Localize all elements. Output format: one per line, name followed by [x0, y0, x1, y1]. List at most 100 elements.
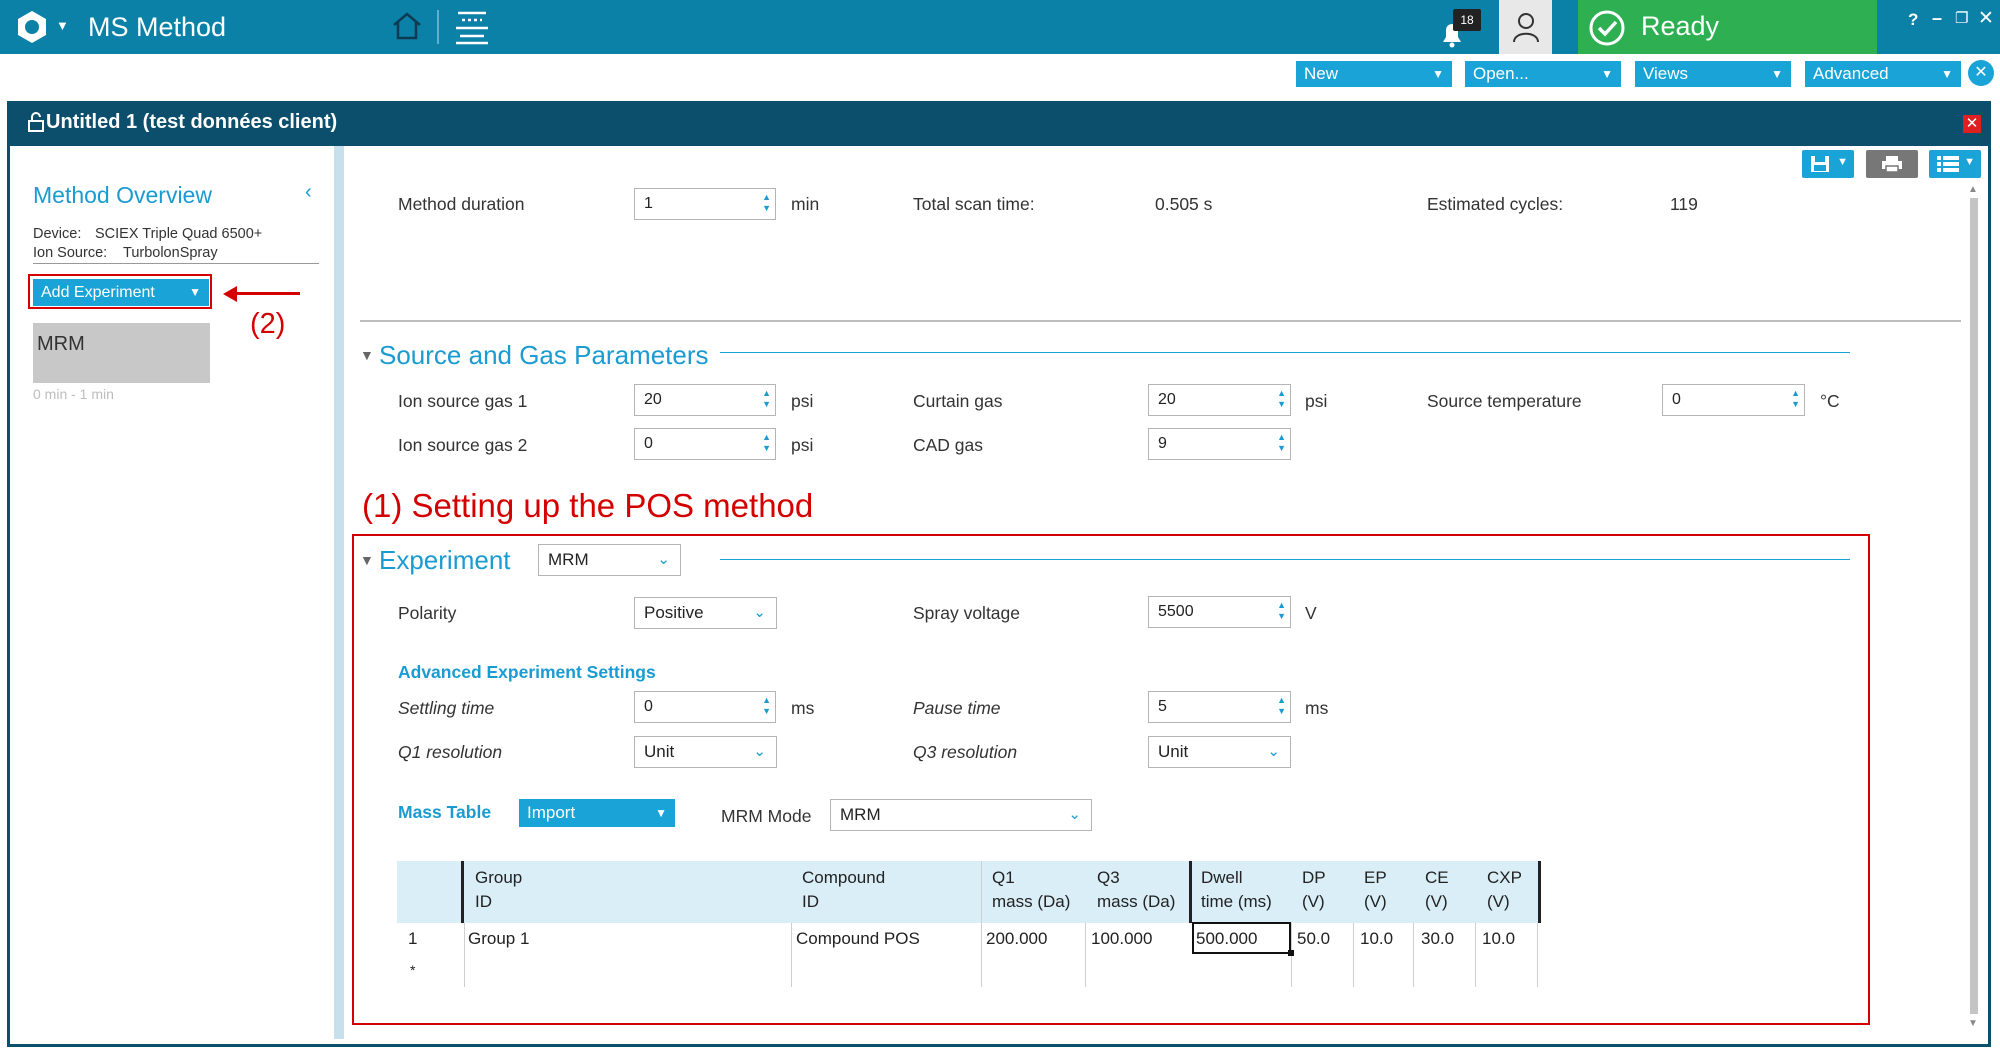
- annotation-label-1: (1) Setting up the POS method: [362, 487, 814, 524]
- mrm-mode-value: MRM: [840, 805, 881, 824]
- print-button[interactable]: [1866, 150, 1918, 178]
- queue-icon[interactable]: [452, 8, 492, 51]
- spinner-arrows-icon[interactable]: ▲ ▼: [762, 695, 771, 717]
- experiment-section-title: Experiment: [379, 545, 511, 575]
- header-ep[interactable]: EP (V): [1364, 866, 1387, 914]
- section-rule: [720, 352, 1850, 353]
- column-separator: [791, 923, 792, 987]
- total-scan-time-label: Total scan time:: [913, 194, 1035, 214]
- close-workspace-icon[interactable]: ✕: [1968, 60, 1994, 86]
- settling-time-input[interactable]: 0 ▲ ▼: [634, 691, 776, 723]
- cell-dp[interactable]: 50.0: [1297, 929, 1330, 949]
- scrollbar-thumb[interactable]: [1970, 198, 1978, 1014]
- cell-group-id[interactable]: Group 1: [468, 929, 529, 949]
- header-dwell-time[interactable]: Dwell time (ms): [1201, 866, 1272, 914]
- experiment-type-select[interactable]: MRM ⌄: [538, 544, 681, 576]
- home-icon[interactable]: [391, 11, 423, 46]
- spinner-arrows-icon[interactable]: ▲ ▼: [1791, 388, 1800, 410]
- collapse-triangle-icon[interactable]: ▼: [360, 552, 374, 568]
- list-view-button[interactable]: ▼: [1929, 150, 1981, 178]
- cell-ce[interactable]: 30.0: [1421, 929, 1454, 949]
- scroll-down-icon[interactable]: ▼: [1968, 1018, 1978, 1029]
- toolbar-divider: [437, 10, 439, 44]
- advanced-settings-title: Advanced Experiment Settings: [398, 662, 656, 682]
- spinner-arrows-icon[interactable]: ▲ ▼: [762, 432, 771, 454]
- app-menu-chevron-icon[interactable]: ▼: [56, 18, 69, 33]
- spray-voltage-value: 5500: [1158, 603, 1194, 620]
- header-text: Group: [475, 868, 523, 887]
- spinner-arrows-icon[interactable]: ▲ ▼: [1277, 600, 1286, 622]
- q1-resolution-value: Unit: [644, 742, 675, 761]
- ion-source-gas2-input[interactable]: 0 ▲ ▼: [634, 428, 776, 460]
- spinner-arrows-icon[interactable]: ▲ ▼: [1277, 695, 1286, 717]
- column-separator: [981, 861, 982, 987]
- polarity-select[interactable]: Positive ⌄: [634, 597, 777, 629]
- annotation-label-2: (2): [250, 308, 286, 340]
- header-dp[interactable]: DP (V): [1302, 866, 1326, 914]
- minimize-icon[interactable]: –: [1932, 8, 1942, 29]
- header-q3-mass[interactable]: Q3 mass (Da): [1097, 866, 1175, 914]
- new-row-marker[interactable]: *: [410, 962, 415, 978]
- q1-resolution-select[interactable]: Unit ⌄: [634, 736, 777, 768]
- spinner-arrows-icon[interactable]: ▲ ▼: [762, 388, 771, 410]
- cell-q1-mass[interactable]: 200.000: [986, 929, 1047, 949]
- header-text: DP: [1302, 868, 1326, 887]
- save-icon: [1811, 156, 1829, 172]
- cell-cxp[interactable]: 10.0: [1482, 929, 1515, 949]
- user-button[interactable]: [1499, 0, 1552, 54]
- estimated-cycles-label: Estimated cycles:: [1427, 194, 1564, 214]
- app-logo-icon[interactable]: [14, 9, 50, 50]
- ion-source-gas1-label: Ion source gas 1: [398, 391, 528, 411]
- advanced-label: Advanced: [1813, 64, 1889, 83]
- open-label: Open...: [1473, 64, 1529, 83]
- cad-gas-input[interactable]: 9 ▲ ▼: [1148, 428, 1291, 460]
- save-button[interactable]: ▼: [1802, 150, 1854, 178]
- section-divider: [360, 320, 1961, 322]
- scroll-up-icon[interactable]: ▲: [1968, 184, 1978, 195]
- cell-compound-id[interactable]: Compound POS: [796, 929, 920, 949]
- chevron-down-icon: ⌄: [753, 743, 766, 760]
- add-experiment-button[interactable]: Add Experiment ▼: [33, 279, 209, 306]
- cell-resize-handle[interactable]: [1288, 950, 1294, 956]
- advanced-dropdown[interactable]: Advanced ▼: [1805, 61, 1961, 87]
- method-duration-input[interactable]: 1 ▲ ▼: [634, 188, 776, 220]
- spinner-arrows-icon[interactable]: ▲ ▼: [1277, 388, 1286, 410]
- chevron-down-icon: ⌄: [1068, 806, 1081, 823]
- collapse-panel-chevron-icon[interactable]: ‹: [305, 181, 312, 204]
- header-compound-id[interactable]: Compound ID: [802, 866, 885, 914]
- ion-source-gas1-input[interactable]: 20 ▲ ▼: [634, 384, 776, 416]
- cell-ep[interactable]: 10.0: [1360, 929, 1393, 949]
- cell-q3-mass[interactable]: 100.000: [1091, 929, 1152, 949]
- total-scan-time-value: 0.505 s: [1155, 194, 1213, 214]
- spray-voltage-input[interactable]: 5500 ▲ ▼: [1148, 596, 1291, 628]
- ion-source-label: Ion Source:: [33, 245, 108, 261]
- header-cxp[interactable]: CXP (V): [1487, 866, 1522, 914]
- cell-dwell-time[interactable]: 500.000: [1196, 929, 1257, 949]
- chevron-down-icon: ▼: [1432, 67, 1444, 81]
- curtain-gas-input[interactable]: 20 ▲ ▼: [1148, 384, 1291, 416]
- close-app-icon[interactable]: ✕: [1978, 7, 1994, 30]
- new-dropdown[interactable]: New ▼: [1296, 61, 1452, 87]
- mrm-mode-select[interactable]: MRM ⌄: [830, 799, 1092, 831]
- ready-check-icon: [1588, 9, 1626, 52]
- spinner-arrows-icon[interactable]: ▲ ▼: [1277, 432, 1286, 454]
- divider: [33, 263, 319, 264]
- q3-resolution-select[interactable]: Unit ⌄: [1148, 736, 1291, 768]
- spinner-arrows-icon[interactable]: ▲ ▼: [762, 192, 771, 214]
- chevron-down-icon: ⌄: [753, 604, 766, 621]
- import-button[interactable]: Import ▼: [519, 799, 675, 827]
- source-temperature-label: Source temperature: [1427, 391, 1582, 411]
- restore-icon[interactable]: ❐: [1955, 9, 1968, 27]
- panel-divider[interactable]: [334, 146, 344, 1039]
- header-group-id[interactable]: Group ID: [475, 866, 522, 914]
- pause-time-input[interactable]: 5 ▲ ▼: [1148, 691, 1291, 723]
- help-icon[interactable]: ?: [1908, 10, 1918, 30]
- source-temperature-input[interactable]: 0 ▲ ▼: [1662, 384, 1805, 416]
- collapse-triangle-icon[interactable]: ▼: [360, 347, 374, 363]
- open-dropdown[interactable]: Open... ▼: [1465, 61, 1621, 87]
- header-ce[interactable]: CE (V): [1425, 866, 1449, 914]
- close-window-icon[interactable]: ✕: [1963, 115, 1981, 133]
- header-q1-mass[interactable]: Q1 mass (Da): [992, 866, 1070, 914]
- header-text: ID: [475, 892, 492, 911]
- views-dropdown[interactable]: Views ▼: [1635, 61, 1791, 87]
